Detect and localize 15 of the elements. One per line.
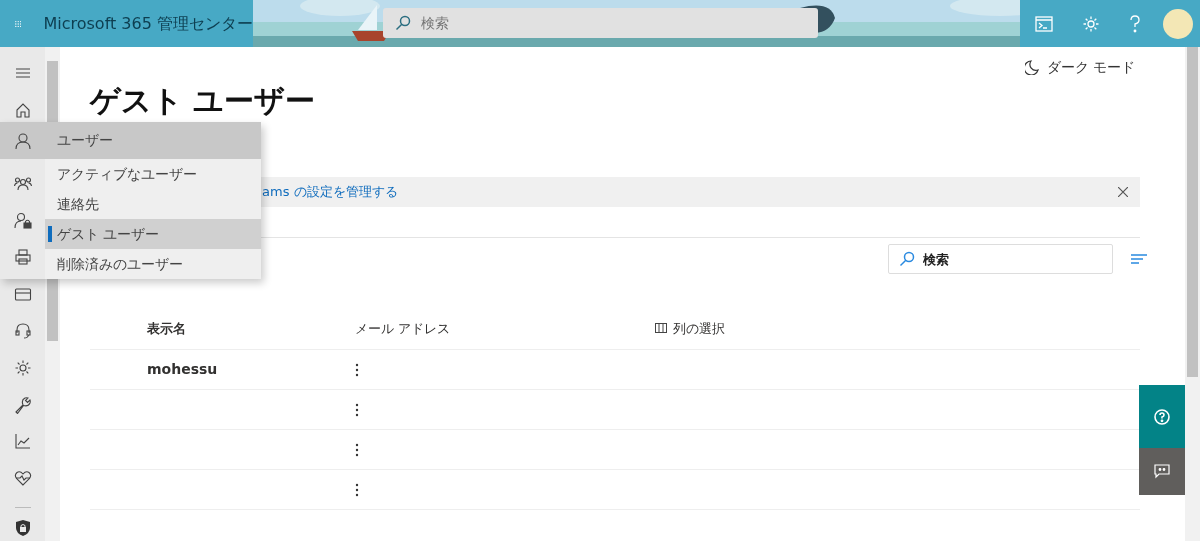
settings-link[interactable]: ams の設定を管理する [262,182,398,202]
menu-header[interactable]: ユーザー [0,122,261,159]
menu-item[interactable]: 削除済みのユーザー [45,249,261,279]
page-title: ゲスト ユーザー [90,83,317,119]
search-field[interactable]: 検索 [383,8,818,38]
column-header[interactable]: 表示名 [147,320,186,336]
column-header[interactable]: メール アドレス [355,320,451,336]
menu-item[interactable]: 連絡先 [45,189,261,219]
menu-title: ユーザー [56,131,113,150]
table-cell: mohessu [147,361,218,377]
menu-item[interactable]: ゲスト ユーザー [45,219,261,249]
search-field[interactable]: 検索 [888,244,1113,274]
menu-item[interactable]: アクティブなユーザー [45,159,261,189]
column-picker[interactable]: 列の選択 [673,318,725,339]
dark-mode-toggle[interactable]: ダーク モード [1046,56,1135,78]
